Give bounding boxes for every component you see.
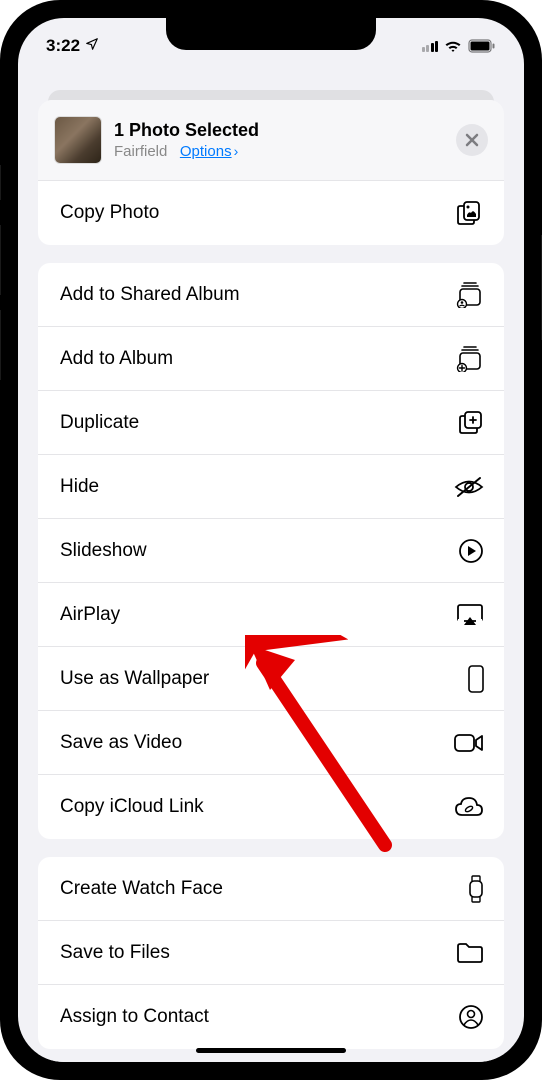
copy-photo-icon — [452, 199, 484, 227]
airplay-row[interactable]: AirPlay — [38, 583, 504, 647]
save-files-row[interactable]: Save to Files — [38, 921, 504, 985]
close-icon — [465, 133, 479, 147]
device-frame: 3:22 1 Phot — [0, 0, 542, 1080]
action-label: Duplicate — [60, 412, 139, 434]
action-label: Copy Photo — [60, 202, 159, 224]
share-sheet: 1 Photo Selected Fairfield Options› Copy… — [38, 100, 504, 1062]
use-wallpaper-row[interactable]: Use as Wallpaper — [38, 647, 504, 711]
add-album-row[interactable]: Add to Album — [38, 327, 504, 391]
wifi-icon — [444, 39, 462, 53]
action-label: Create Watch Face — [60, 878, 223, 900]
duplicate-row[interactable]: Duplicate — [38, 391, 504, 455]
icloud-link-row[interactable]: Copy iCloud Link — [38, 775, 504, 839]
contact-icon — [452, 1004, 484, 1030]
slideshow-row[interactable]: Slideshow — [38, 519, 504, 583]
action-label: Assign to Contact — [60, 1006, 209, 1028]
screen: 3:22 1 Phot — [18, 18, 524, 1062]
action-label: Copy iCloud Link — [60, 796, 204, 818]
cellular-signal-icon — [422, 41, 439, 52]
video-icon — [452, 733, 484, 753]
chevron-right-icon: › — [234, 143, 239, 159]
options-link[interactable]: Options — [180, 143, 232, 160]
action-label: AirPlay — [60, 604, 120, 626]
action-label: Use as Wallpaper — [60, 668, 209, 690]
sheet-header: 1 Photo Selected Fairfield Options› — [38, 100, 504, 181]
action-label: Add to Shared Album — [60, 284, 240, 306]
watch-face-row[interactable]: Create Watch Face — [38, 857, 504, 921]
folder-icon — [452, 942, 484, 964]
add-album-icon — [452, 346, 484, 372]
action-label: Save to Files — [60, 942, 170, 964]
close-button[interactable] — [456, 124, 488, 156]
duplicate-icon — [452, 410, 484, 436]
hide-icon — [452, 476, 484, 498]
watch-icon — [452, 875, 484, 903]
sheet-subtitle: Fairfield — [114, 143, 167, 160]
hide-row[interactable]: Hide — [38, 455, 504, 519]
location-arrow-icon — [85, 36, 99, 56]
action-label: Add to Album — [60, 348, 173, 370]
slideshow-icon — [452, 538, 484, 564]
photo-thumbnail[interactable] — [54, 116, 102, 164]
action-label: Hide — [60, 476, 99, 498]
sheet-title: 1 Photo Selected — [114, 120, 444, 141]
wallpaper-icon — [452, 665, 484, 693]
icloud-link-icon — [452, 796, 484, 818]
home-indicator[interactable] — [196, 1048, 346, 1053]
shared-album-icon — [452, 282, 484, 308]
battery-icon — [468, 39, 496, 53]
add-shared-album-row[interactable]: Add to Shared Album — [38, 263, 504, 327]
actions-list[interactable]: Copy Photo Add to Shared Album Add to Albu… — [38, 181, 504, 1061]
assign-contact-row[interactable]: Assign to Contact — [38, 985, 504, 1049]
notch — [166, 18, 376, 50]
status-time: 3:22 — [46, 36, 80, 56]
action-label: Save as Video — [60, 732, 182, 754]
save-video-row[interactable]: Save as Video — [38, 711, 504, 775]
airplay-icon — [452, 603, 484, 627]
copy-photo-row[interactable]: Copy Photo — [38, 181, 504, 245]
action-label: Slideshow — [60, 540, 147, 562]
